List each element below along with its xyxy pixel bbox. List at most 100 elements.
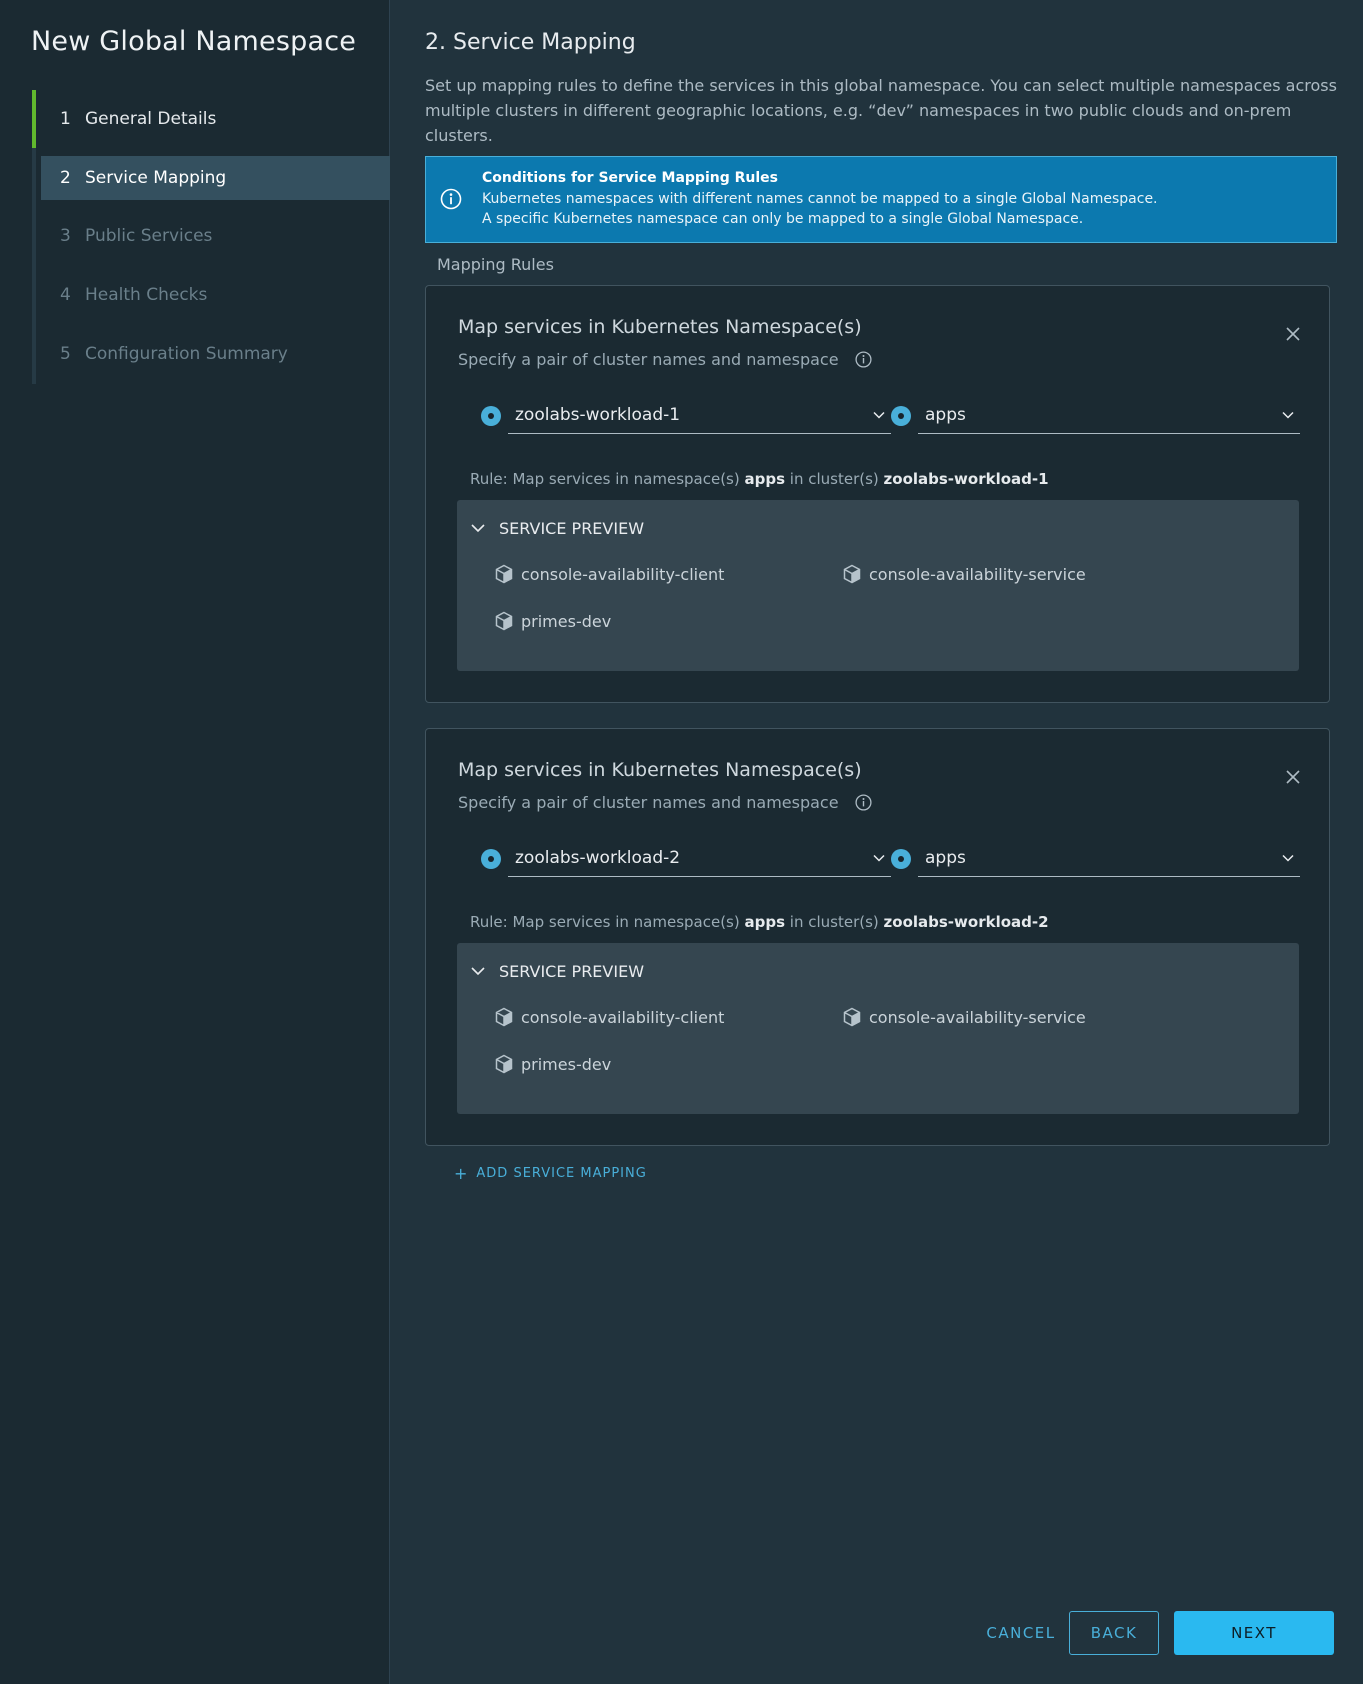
rule-namespace: apps xyxy=(744,913,786,931)
chevron-down-icon xyxy=(873,854,885,862)
chevron-down-icon xyxy=(471,967,485,976)
namespace-select[interactable]: apps xyxy=(918,839,1300,877)
cube-icon xyxy=(843,564,861,584)
step-number: 2 xyxy=(60,168,71,188)
service-item: primes-dev xyxy=(495,611,611,631)
step-configuration-summary[interactable]: 5 Configuration Summary xyxy=(41,332,390,376)
cluster-select-group: zoolabs-workload-2 xyxy=(481,839,891,879)
page-description: Set up mapping rules to define the servi… xyxy=(425,76,1337,145)
service-preview-label: SERVICE PREVIEW xyxy=(499,961,645,981)
info-circle-icon[interactable] xyxy=(855,794,872,811)
close-icon[interactable] xyxy=(1285,326,1301,342)
step-number: 3 xyxy=(60,226,71,246)
step-health-checks[interactable]: 4 Health Checks xyxy=(41,273,390,317)
cancel-button[interactable]: CANCEL xyxy=(966,1611,1076,1655)
service-preview-toggle[interactable]: SERVICE PREVIEW xyxy=(471,959,644,983)
step-service-mapping[interactable]: 2 Service Mapping xyxy=(41,156,390,200)
step-label: Health Checks xyxy=(85,285,208,305)
rule-cluster: zoolabs-workload-1 xyxy=(883,470,1049,488)
cluster-select-value: zoolabs-workload-2 xyxy=(515,847,681,868)
namespace-select-value: apps xyxy=(925,847,966,868)
service-preview-toggle[interactable]: SERVICE PREVIEW xyxy=(471,516,644,540)
section-label-mapping-rules: Mapping Rules xyxy=(437,255,554,274)
step-label: Public Services xyxy=(85,226,213,246)
next-button[interactable]: NEXT xyxy=(1174,1611,1334,1655)
status-dot-icon xyxy=(481,849,501,869)
cube-icon xyxy=(495,1007,513,1027)
card-subtitle: Specify a pair of cluster names and name… xyxy=(458,793,872,812)
cluster-select-group: zoolabs-workload-1 xyxy=(481,396,891,436)
card-subtitle-text: Specify a pair of cluster names and name… xyxy=(458,793,839,812)
service-item: primes-dev xyxy=(495,1054,611,1074)
service-name: console-availability-service xyxy=(869,564,1086,584)
status-dot-icon xyxy=(891,406,911,426)
service-item: console-availability-client xyxy=(495,564,724,584)
wizard-title: New Global Namespace xyxy=(31,26,357,57)
info-circle-icon xyxy=(440,188,462,210)
alert-text: A specific Kubernetes namespace can only… xyxy=(482,211,1084,227)
step-label: General Details xyxy=(85,109,217,129)
namespace-select-value: apps xyxy=(925,404,966,425)
rule-namespace: apps xyxy=(744,470,786,488)
close-icon[interactable] xyxy=(1285,769,1301,785)
rule-middle: in cluster(s) xyxy=(785,470,884,488)
chevron-down-icon xyxy=(471,524,485,533)
cube-icon xyxy=(495,611,513,631)
service-preview-label: SERVICE PREVIEW xyxy=(499,518,645,538)
add-service-mapping-link[interactable]: + ADD SERVICE MAPPING xyxy=(454,1164,647,1183)
step-number: 5 xyxy=(60,344,71,364)
chevron-down-icon xyxy=(873,411,885,419)
namespace-select-group: apps xyxy=(891,396,1300,436)
mapping-rule-card: Map services in Kubernetes Namespace(s) … xyxy=(425,285,1330,703)
info-alert: Conditions for Service Mapping Rules Kub… xyxy=(425,156,1337,243)
add-service-mapping-label: ADD SERVICE MAPPING xyxy=(476,1166,647,1181)
service-item: console-availability-service xyxy=(843,564,1086,584)
rule-cluster: zoolabs-workload-2 xyxy=(883,913,1049,931)
cube-icon xyxy=(843,1007,861,1027)
cube-icon xyxy=(495,564,513,584)
info-circle-icon[interactable] xyxy=(855,351,872,368)
wizard-sidebar: New Global Namespace 1 General Details 2… xyxy=(0,0,390,1684)
chevron-down-icon xyxy=(1282,411,1294,419)
service-name: primes-dev xyxy=(521,1054,612,1074)
back-button[interactable]: BACK xyxy=(1069,1611,1159,1655)
rule-prefix: Rule: Map services in namespace(s) xyxy=(470,913,745,931)
chevron-down-icon xyxy=(1282,854,1294,862)
service-preview: SERVICE PREVIEW console-availability-cli… xyxy=(457,500,1299,671)
wizard-content: 2. Service Mapping Set up mapping rules … xyxy=(390,0,1363,1684)
cube-icon xyxy=(495,1054,513,1074)
rule-description: Rule: Map services in namespace(s) apps … xyxy=(470,913,1049,931)
rule-description: Rule: Map services in namespace(s) apps … xyxy=(470,470,1049,488)
cluster-select-value: zoolabs-workload-1 xyxy=(515,404,681,425)
card-title: Map services in Kubernetes Namespace(s) xyxy=(458,316,862,338)
step-public-services[interactable]: 3 Public Services xyxy=(41,214,390,258)
cluster-select[interactable]: zoolabs-workload-2 xyxy=(508,839,891,877)
service-name: primes-dev xyxy=(521,611,612,631)
namespace-select[interactable]: apps xyxy=(918,396,1300,434)
card-subtitle-text: Specify a pair of cluster names and name… xyxy=(458,350,839,369)
plus-icon: + xyxy=(454,1164,469,1183)
service-name: console-availability-service xyxy=(869,1007,1086,1027)
status-dot-icon xyxy=(481,406,501,426)
step-number: 4 xyxy=(60,285,71,305)
steps-progress-indicator xyxy=(32,90,36,148)
service-name: console-availability-client xyxy=(521,1007,725,1027)
alert-title: Conditions for Service Mapping Rules xyxy=(482,170,778,186)
rule-middle: in cluster(s) xyxy=(785,913,884,931)
service-item: console-availability-service xyxy=(843,1007,1086,1027)
rule-prefix: Rule: Map services in namespace(s) xyxy=(470,470,745,488)
status-dot-icon xyxy=(891,849,911,869)
service-item: console-availability-client xyxy=(495,1007,724,1027)
alert-text: Kubernetes namespaces with different nam… xyxy=(482,191,1158,207)
namespace-select-group: apps xyxy=(891,839,1300,879)
step-label: Service Mapping xyxy=(85,168,227,188)
cluster-select[interactable]: zoolabs-workload-1 xyxy=(508,396,891,434)
mapping-rule-card: Map services in Kubernetes Namespace(s) … xyxy=(425,728,1330,1146)
page-title: 2. Service Mapping xyxy=(425,30,636,55)
service-name: console-availability-client xyxy=(521,564,725,584)
card-subtitle: Specify a pair of cluster names and name… xyxy=(458,350,872,369)
step-general-details[interactable]: 1 General Details xyxy=(41,97,390,141)
step-number: 1 xyxy=(60,109,71,129)
step-label: Configuration Summary xyxy=(85,344,288,364)
service-preview: SERVICE PREVIEW console-availability-cli… xyxy=(457,943,1299,1114)
